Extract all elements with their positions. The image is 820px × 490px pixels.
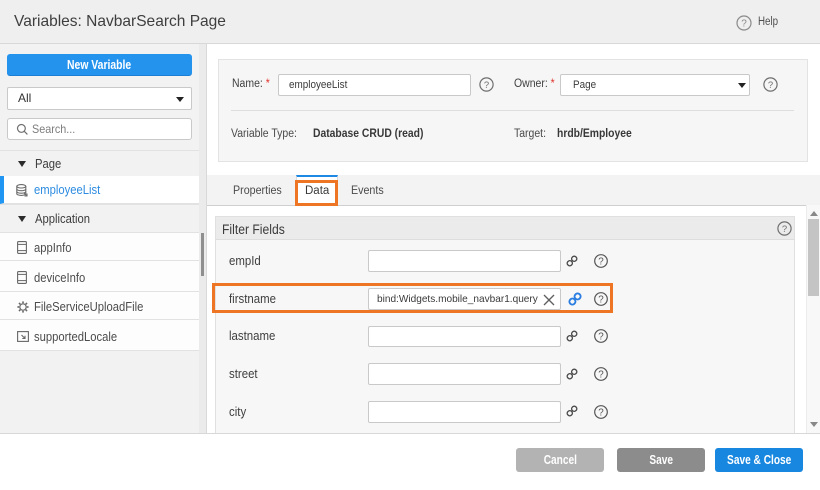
svg-text:?: ?: [484, 80, 489, 91]
svg-text:?: ?: [782, 224, 787, 235]
svg-text:?: ?: [598, 256, 604, 267]
svg-text:?: ?: [598, 369, 604, 380]
svg-text:?: ?: [741, 19, 747, 30]
svg-text:?: ?: [598, 407, 604, 418]
svg-text:?: ?: [598, 331, 604, 342]
svg-text:?: ?: [768, 80, 773, 91]
